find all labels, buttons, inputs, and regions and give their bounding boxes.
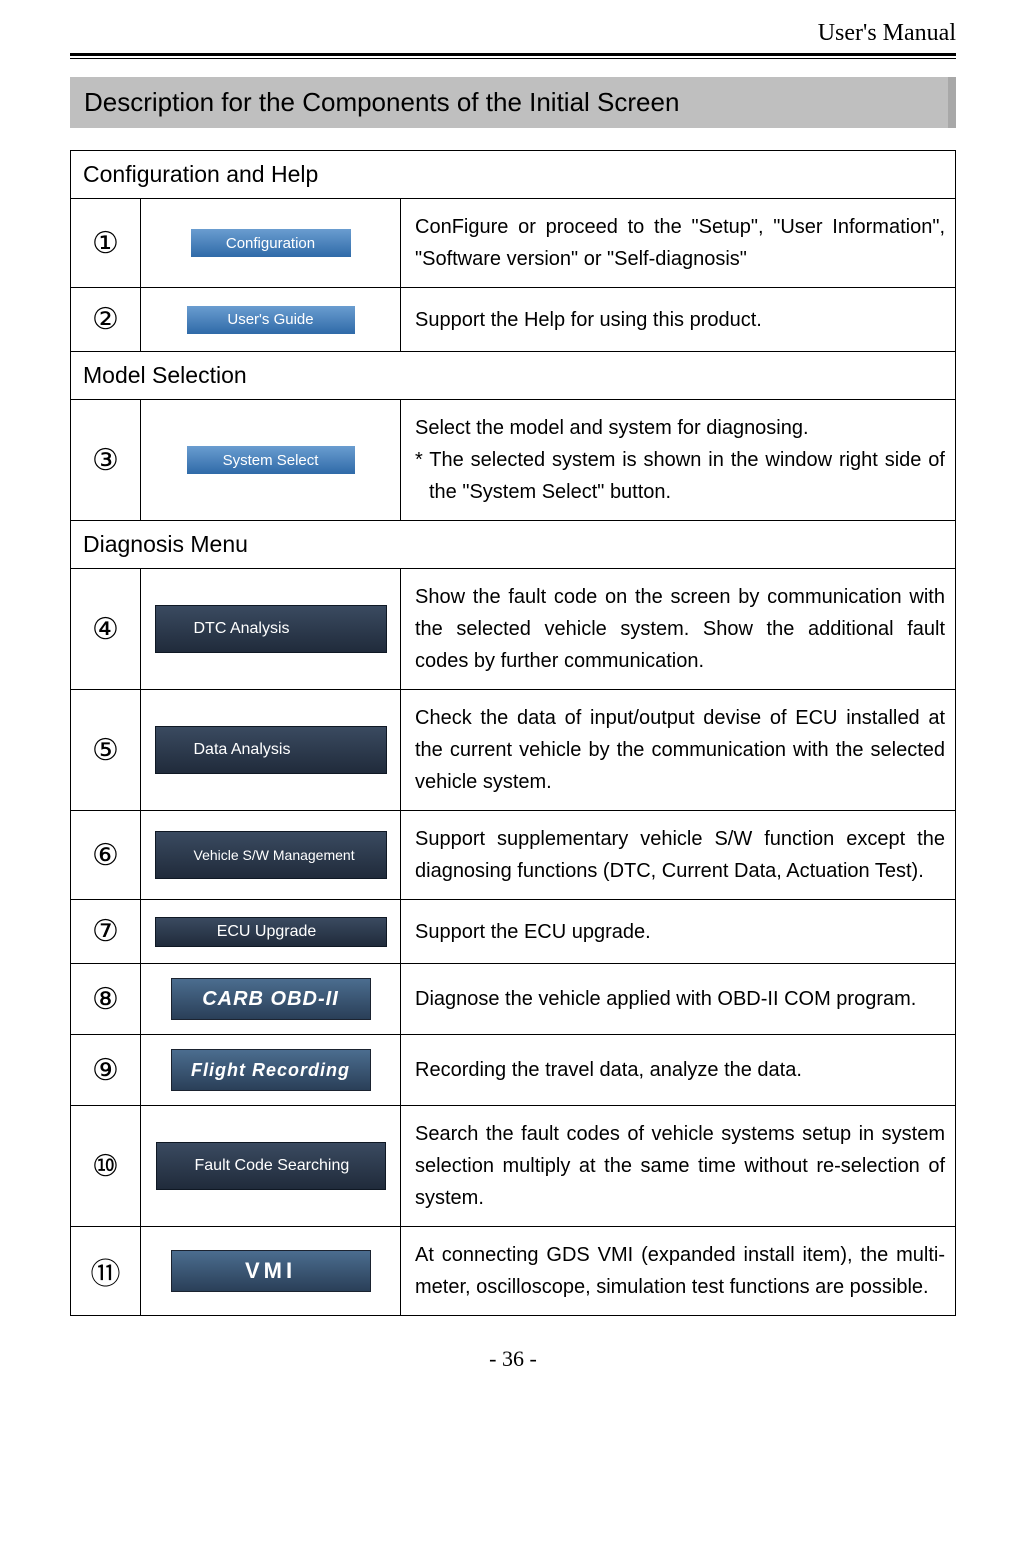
number-label: ⑧ [71,964,141,1034]
page-content: User's Manual Description for the Compon… [0,0,1026,1402]
button-cell: Flight Recording [141,1035,401,1105]
number-label: ③ [71,400,141,520]
desc-text: Recording the travel data, analyze the d… [415,1054,945,1086]
desc-text: Check the data of input/output devise of… [415,702,945,798]
row-ecu-upgrade: ⑦ ECU Upgrade Support the ECU upgrade. [71,900,955,964]
main-heading: Description for the Components of the In… [70,77,956,128]
description-text: Select the model and system for diagnosi… [401,400,955,520]
description-text: Recording the travel data, analyze the d… [401,1035,955,1105]
desc-note: * The selected system is shown in the wi… [415,444,945,508]
content-table: Configuration and Help ① Configuration C… [70,150,956,1316]
desc-text: Show the fault code on the screen by com… [415,581,945,677]
vehicle-sw-mgmt-button[interactable]: Vehicle S/W Management [155,831,387,879]
carb-obd-button[interactable]: CARB OBD-II [171,978,371,1020]
description-text: ConFigure or proceed to the "Setup", "Us… [401,199,955,287]
row-fault-code-search: ⑩ Fault Code Searching Search the fault … [71,1106,955,1227]
number-label: ① [71,199,141,287]
row-data-analysis: ⑤ Data Analysis Check the data of input/… [71,690,955,811]
section-model-selection: Model Selection [71,352,955,400]
button-cell: DTC Analysis [141,569,401,689]
number-label: ⑨ [71,1035,141,1105]
header-title: User's Manual [70,20,956,53]
row-system-select: ③ System Select Select the model and sys… [71,400,955,521]
button-cell: User's Guide [141,288,401,351]
description-text: Check the data of input/output devise of… [401,690,955,810]
number-label: ⑥ [71,811,141,899]
description-text: Show the fault code on the screen by com… [401,569,955,689]
desc-text: ConFigure or proceed to the "Setup", "Us… [415,211,945,275]
number-label: ② [71,288,141,351]
data-analysis-button[interactable]: Data Analysis [155,726,387,774]
row-users-guide: ② User's Guide Support the Help for usin… [71,288,955,352]
button-cell: Fault Code Searching [141,1106,401,1226]
desc-text: At connecting GDS VMI (expanded install … [415,1239,945,1303]
description-text: Diagnose the vehicle applied with OBD-II… [401,964,955,1034]
configuration-button[interactable]: Configuration [191,229,351,257]
row-flight-recording: ⑨ Flight Recording Recording the travel … [71,1035,955,1106]
users-guide-button[interactable]: User's Guide [187,306,355,334]
system-select-button[interactable]: System Select [187,446,355,474]
desc-text: Support the Help for using this product. [415,304,945,336]
button-cell: CARB OBD-II [141,964,401,1034]
button-cell: System Select [141,400,401,520]
desc-text: Support supplementary vehicle S/W functi… [415,823,945,887]
button-cell: Data Analysis [141,690,401,810]
desc-text: Support the ECU upgrade. [415,916,945,948]
number-label: ⑩ [71,1106,141,1226]
description-text: Support the Help for using this product. [401,288,955,351]
header-rule [70,53,956,59]
row-vehicle-sw-mgmt: ⑥ Vehicle S/W Management Support supplem… [71,811,955,900]
fault-code-searching-button[interactable]: Fault Code Searching [156,1142,386,1190]
button-cell: Configuration [141,199,401,287]
desc-text: Select the model and system for diagnosi… [415,412,945,444]
desc-text: Search the fault codes of vehicle system… [415,1118,945,1214]
description-text: Search the fault codes of vehicle system… [401,1106,955,1226]
description-text: At connecting GDS VMI (expanded install … [401,1227,955,1315]
button-cell: Vehicle S/W Management [141,811,401,899]
row-carb-obd: ⑧ CARB OBD-II Diagnose the vehicle appli… [71,964,955,1035]
description-text: Support the ECU upgrade. [401,900,955,963]
description-text: Support supplementary vehicle S/W functi… [401,811,955,899]
button-cell: ECU Upgrade [141,900,401,963]
number-label: ⑦ [71,900,141,963]
section-config-help: Configuration and Help [71,151,955,199]
row-configuration: ① Configuration ConFigure or proceed to … [71,199,955,288]
row-vmi: ⑪ VMI At connecting GDS VMI (expanded in… [71,1227,955,1315]
button-cell: VMI [141,1227,401,1315]
number-label: ⑤ [71,690,141,810]
number-label: ⑪ [71,1227,141,1315]
page-number: - 36 - [70,1346,956,1372]
section-diagnosis-menu: Diagnosis Menu [71,521,955,569]
desc-text: Diagnose the vehicle applied with OBD-II… [415,983,945,1015]
number-label: ④ [71,569,141,689]
ecu-upgrade-button[interactable]: ECU Upgrade [155,917,387,947]
row-dtc-analysis: ④ DTC Analysis Show the fault code on th… [71,569,955,690]
vmi-button[interactable]: VMI [171,1250,371,1292]
dtc-analysis-button[interactable]: DTC Analysis [155,605,387,653]
flight-recording-button[interactable]: Flight Recording [171,1049,371,1091]
